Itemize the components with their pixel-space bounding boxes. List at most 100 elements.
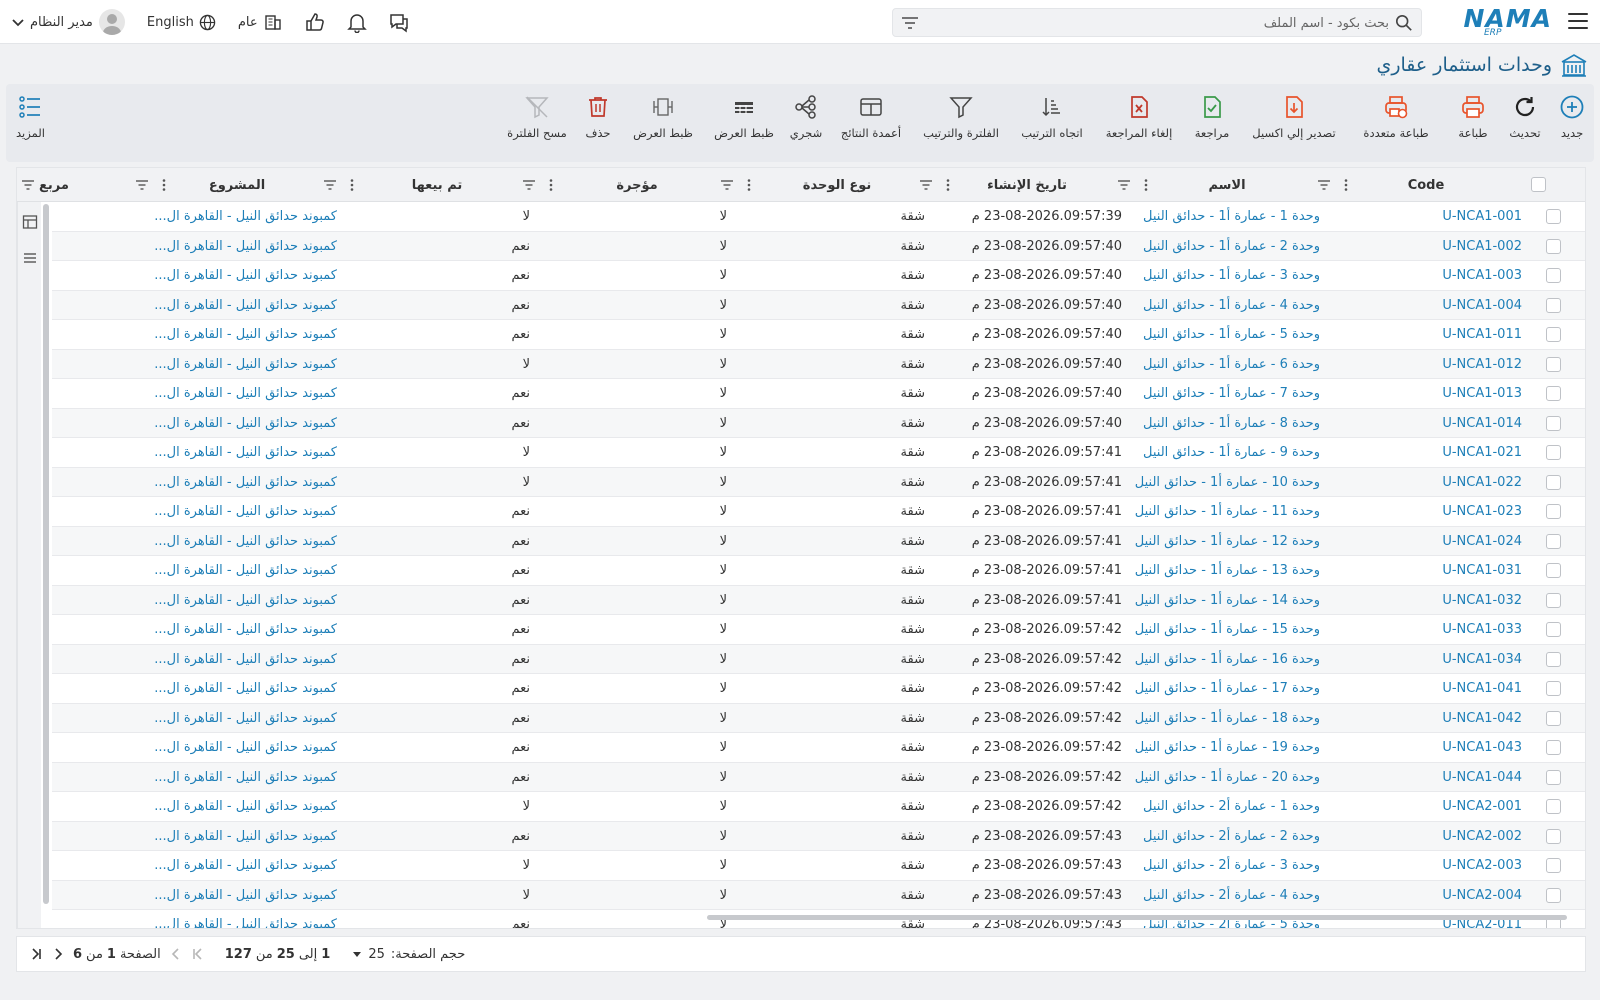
column-header-created[interactable]: تاريخ الإنشاء xyxy=(937,168,1117,202)
cell-code[interactable]: U-NCA1-024 xyxy=(1442,527,1522,556)
row-checkbox[interactable] xyxy=(1546,504,1561,519)
cell-code[interactable]: U-NCA2-004 xyxy=(1442,881,1522,910)
cell-code[interactable]: U-NCA2-002 xyxy=(1442,822,1522,851)
table-row[interactable]: U-NCA1-011 وحدة 5 - عمارة أ1 - حدائق الني… xyxy=(52,320,1585,350)
more-vertical-icon[interactable] xyxy=(941,178,955,192)
table-row[interactable]: U-NCA2-004 وحدة 4 - عمارة أ2 - حدائق الني… xyxy=(52,880,1585,910)
table-row[interactable]: U-NCA1-023 وحدة 11 - عمارة أ1 - حدائق الن… xyxy=(52,497,1585,527)
cell-project[interactable]: كمبوند حدائق النيل - القاهرة ال... xyxy=(154,261,337,290)
filter-lines-icon[interactable] xyxy=(1317,178,1331,192)
language-switcher[interactable]: English xyxy=(147,14,216,31)
column-header-code[interactable]: Code xyxy=(1335,168,1517,202)
clear-filter-button[interactable]: مسح الفلترة xyxy=(500,84,574,162)
select-all-checkbox[interactable] xyxy=(1531,177,1546,192)
cell-name[interactable]: وحدة 4 - عمارة أ2 - حدائق النيل xyxy=(1143,881,1320,910)
menu-icon[interactable] xyxy=(1568,13,1588,31)
cell-name[interactable]: وحدة 1 - عمارة أ1 - حدائق النيل xyxy=(1143,202,1320,231)
table-row[interactable]: U-NCA1-043 وحدة 19 - عمارة أ1 - حدائق الن… xyxy=(52,733,1585,763)
filter-lines-icon[interactable] xyxy=(135,178,149,192)
cell-code[interactable]: U-NCA2-001 xyxy=(1442,792,1522,821)
cell-project[interactable]: كمبوند حدائق النيل - القاهرة ال... xyxy=(154,497,337,526)
cell-project[interactable]: كمبوند حدائق النيل - القاهرة ال... xyxy=(154,438,337,467)
first-page-icon[interactable] xyxy=(191,947,205,961)
column-header-rented[interactable]: مؤجرة xyxy=(557,168,717,202)
row-checkbox[interactable] xyxy=(1546,622,1561,637)
filter-lines-icon[interactable] xyxy=(919,178,933,192)
filter-lines-icon[interactable] xyxy=(1117,178,1131,192)
table-row[interactable]: U-NCA1-014 وحدة 8 - عمارة أ1 - حدائق الني… xyxy=(52,408,1585,438)
cell-code[interactable]: U-NCA1-043 xyxy=(1442,733,1522,762)
row-checkbox[interactable] xyxy=(1546,887,1561,903)
user-menu[interactable]: مدير النظام xyxy=(12,9,125,35)
cell-name[interactable]: وحدة 17 - عمارة أ1 - حدائق النيل xyxy=(1135,674,1320,703)
company-switcher[interactable]: عام xyxy=(238,13,282,31)
row-checkbox[interactable] xyxy=(1546,533,1561,549)
result-columns-button[interactable]: أعمدة النتائج xyxy=(828,84,914,162)
table-row[interactable]: U-NCA1-013 وحدة 7 - عمارة أ1 - حدائق الني… xyxy=(52,379,1585,409)
horizontal-scrollbar[interactable] xyxy=(707,915,1567,920)
review-button[interactable]: مراجعة xyxy=(1182,84,1242,162)
cell-name[interactable]: وحدة 20 - عمارة أ1 - حدائق النيل xyxy=(1135,763,1320,792)
table-row[interactable]: U-NCA1-024 وحدة 12 - عمارة أ1 - حدائق الن… xyxy=(52,526,1585,556)
cell-code[interactable]: U-NCA1-014 xyxy=(1442,409,1522,438)
cell-project[interactable]: كمبوند حدائق النيل - القاهرة ال... xyxy=(154,350,337,379)
filter-lines-icon[interactable] xyxy=(21,178,35,192)
cell-name[interactable]: وحدة 2 - عمارة أ2 - حدائق النيل xyxy=(1143,822,1320,851)
cell-project[interactable]: كمبوند حدائق النيل - القاهرة ال... xyxy=(154,586,337,615)
row-checkbox[interactable] xyxy=(1546,681,1561,696)
row-checkbox[interactable] xyxy=(1546,651,1561,667)
row-checkbox[interactable] xyxy=(1546,563,1561,578)
table-row[interactable]: U-NCA1-002 وحدة 2 - عمارة أ1 - حدائق الني… xyxy=(52,231,1585,261)
cell-code[interactable]: U-NCA1-011 xyxy=(1442,320,1522,349)
cell-code[interactable]: U-NCA1-032 xyxy=(1442,586,1522,615)
more-vertical-icon[interactable] xyxy=(1339,178,1353,192)
table-row[interactable]: U-NCA1-032 وحدة 14 - عمارة أ1 - حدائق الن… xyxy=(52,585,1585,615)
cell-name[interactable]: وحدة 4 - عمارة أ1 - حدائق النيل xyxy=(1143,291,1320,320)
refresh-button[interactable]: تحديث xyxy=(1500,84,1550,162)
cell-project[interactable]: كمبوند حدائق النيل - القاهرة ال... xyxy=(154,822,337,851)
app-logo[interactable]: NAMA ERP xyxy=(1464,4,1552,38)
row-checkbox[interactable] xyxy=(1546,592,1561,608)
more-vertical-icon[interactable] xyxy=(1139,178,1153,192)
more-vertical-icon[interactable] xyxy=(157,178,171,192)
table-row[interactable]: U-NCA2-001 وحدة 1 - عمارة أ2 - حدائق الني… xyxy=(52,792,1585,822)
cell-code[interactable]: U-NCA1-004 xyxy=(1442,291,1522,320)
column-header-project[interactable]: المشروع xyxy=(157,168,317,202)
cell-project[interactable]: كمبوند حدائق النيل - القاهرة ال... xyxy=(154,704,337,733)
cell-project[interactable]: كمبوند حدائق النيل - القاهرة ال... xyxy=(154,763,337,792)
cell-name[interactable]: وحدة 10 - عمارة أ1 - حدائق النيل xyxy=(1135,468,1320,497)
cell-code[interactable]: U-NCA1-033 xyxy=(1442,615,1522,644)
cell-project[interactable]: كمبوند حدائق النيل - القاهرة ال... xyxy=(154,851,337,880)
cell-project[interactable]: كمبوند حدائق النيل - القاهرة ال... xyxy=(154,527,337,556)
cell-code[interactable]: U-NCA1-044 xyxy=(1442,763,1522,792)
row-checkbox[interactable] xyxy=(1546,356,1561,372)
filter-sort-button[interactable]: الفلترة والترتيب xyxy=(914,84,1008,162)
cell-project[interactable]: كمبوند حدائق النيل - القاهرة ال... xyxy=(154,291,337,320)
table-row[interactable]: U-NCA1-001 وحدة 1 - عمارة أ1 - حدائق الني… xyxy=(52,202,1585,232)
cell-project[interactable]: كمبوند حدائق النيل - القاهرة ال... xyxy=(154,645,337,674)
cell-name[interactable]: وحدة 15 - عمارة أ1 - حدائق النيل xyxy=(1135,615,1320,644)
filter-lines-icon[interactable] xyxy=(720,178,734,192)
new-button[interactable]: جديد xyxy=(1550,84,1594,162)
cell-code[interactable]: U-NCA1-041 xyxy=(1442,674,1522,703)
cell-name[interactable]: وحدة 16 - عمارة أ1 - حدائق النيل xyxy=(1135,645,1320,674)
cancel-review-button[interactable]: إلغاء المراجعة xyxy=(1096,84,1182,162)
cell-name[interactable]: وحدة 14 - عمارة أ1 - حدائق النيل xyxy=(1135,586,1320,615)
table-row[interactable]: U-NCA1-042 وحدة 18 - عمارة أ1 - حدائق الن… xyxy=(52,703,1585,733)
column-header-name[interactable]: الاسم xyxy=(1137,168,1317,202)
cell-code[interactable]: U-NCA1-002 xyxy=(1442,232,1522,261)
cell-name[interactable]: وحدة 3 - عمارة أ1 - حدائق النيل xyxy=(1143,261,1320,290)
search-icon[interactable] xyxy=(1395,14,1413,32)
cell-code[interactable]: U-NCA2-003 xyxy=(1442,851,1522,880)
search-input[interactable] xyxy=(949,12,1389,34)
cell-name[interactable]: وحدة 12 - عمارة أ1 - حدائق النيل xyxy=(1135,527,1320,556)
print-button[interactable]: طباعة xyxy=(1446,84,1500,162)
delete-button[interactable]: حذف xyxy=(574,84,622,162)
cell-code[interactable]: U-NCA1-012 xyxy=(1442,350,1522,379)
cell-project[interactable]: كمبوند حدائق النيل - القاهرة ال... xyxy=(154,733,337,762)
cell-project[interactable]: كمبوند حدائق النيل - القاهرة ال... xyxy=(154,674,337,703)
cell-code[interactable]: U-NCA1-022 xyxy=(1442,468,1522,497)
cell-name[interactable]: وحدة 1 - عمارة أ2 - حدائق النيل xyxy=(1143,792,1320,821)
row-checkbox[interactable] xyxy=(1546,769,1561,785)
cell-name[interactable]: وحدة 18 - عمارة أ1 - حدائق النيل xyxy=(1135,704,1320,733)
